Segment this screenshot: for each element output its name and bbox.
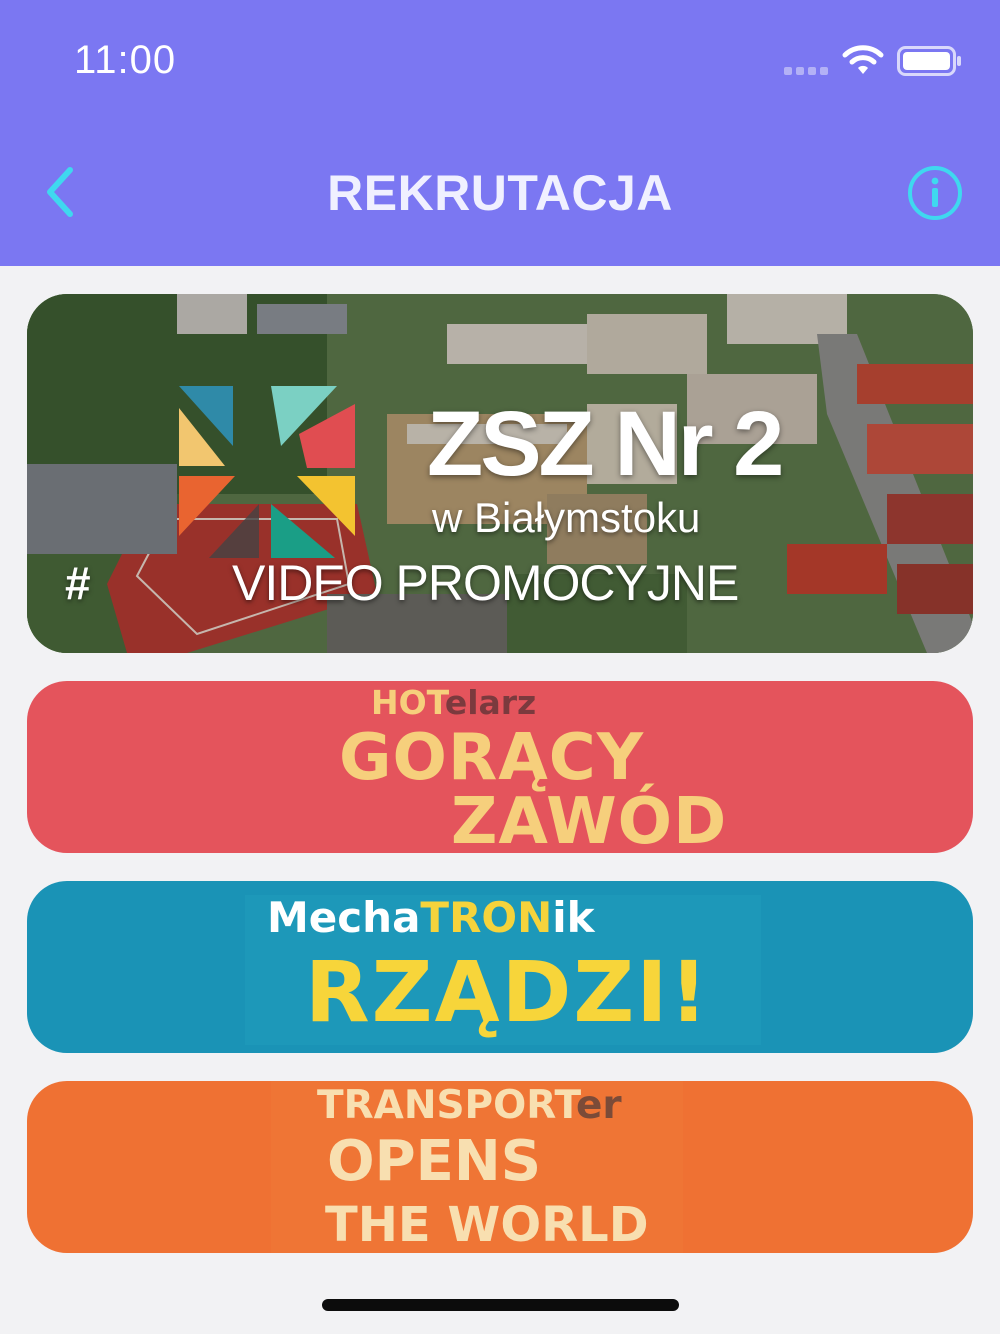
info-circle-icon bbox=[908, 166, 962, 220]
chevron-left-icon bbox=[47, 167, 73, 217]
transporter-card[interactable]: TRANSPORTer OPENS THE WORLD bbox=[27, 1081, 973, 1253]
status-time: 11:00 bbox=[74, 38, 177, 82]
mechatronik-top-b: TRON bbox=[420, 893, 553, 942]
mechatronik-top-c: ik bbox=[552, 893, 595, 942]
transporter-top-b: er bbox=[575, 1083, 622, 1128]
hotelarz-top-a: HOT bbox=[371, 683, 445, 722]
promo-subtitle: w Białymstoku bbox=[432, 494, 701, 541]
mechatronik-card[interactable]: MechaTRONik RZĄDZI! bbox=[27, 881, 973, 1053]
mechatronik-main: RZĄDZI! bbox=[305, 943, 710, 1041]
hotelarz-line1: GORĄCY bbox=[339, 721, 645, 795]
hotelarz-line2: ZAWÓD bbox=[451, 785, 728, 853]
hotelarz-top-b: elarz bbox=[444, 683, 537, 722]
promo-tagline: VIDEO PROMOCYJNE bbox=[232, 555, 739, 611]
promo-video-card[interactable]: ZSZ Nr 2 w Białymstoku # VIDEO PROMOCYJN… bbox=[27, 294, 973, 653]
nav-header: 11:00 REKRUTACJA bbox=[0, 0, 1000, 266]
wifi-icon bbox=[842, 45, 884, 74]
transporter-line2: THE WORLD bbox=[325, 1197, 649, 1253]
signal-dots-icon bbox=[784, 67, 828, 75]
home-indicator[interactable] bbox=[322, 1299, 679, 1311]
back-button[interactable] bbox=[30, 160, 90, 224]
page-title: REKRUTACJA bbox=[327, 165, 673, 221]
school-logo-icon bbox=[179, 386, 355, 558]
hotelarz-card[interactable]: HOTelarz GORĄCY ZAWÓD bbox=[27, 681, 973, 853]
battery-icon bbox=[897, 46, 961, 76]
promo-title: ZSZ Nr 2 bbox=[427, 393, 784, 495]
mechatronik-top-a: Mecha bbox=[267, 893, 421, 942]
info-button[interactable] bbox=[906, 164, 964, 222]
transporter-line1: OPENS bbox=[327, 1129, 542, 1194]
transporter-top-a: TRANSPORT bbox=[317, 1083, 576, 1128]
mechatronik-top-label: MechaTRONik bbox=[267, 893, 595, 942]
promo-hash: # bbox=[65, 557, 91, 609]
transporter-top-label: TRANSPORTer bbox=[317, 1083, 622, 1128]
hotelarz-top-label: HOTelarz bbox=[371, 683, 536, 722]
